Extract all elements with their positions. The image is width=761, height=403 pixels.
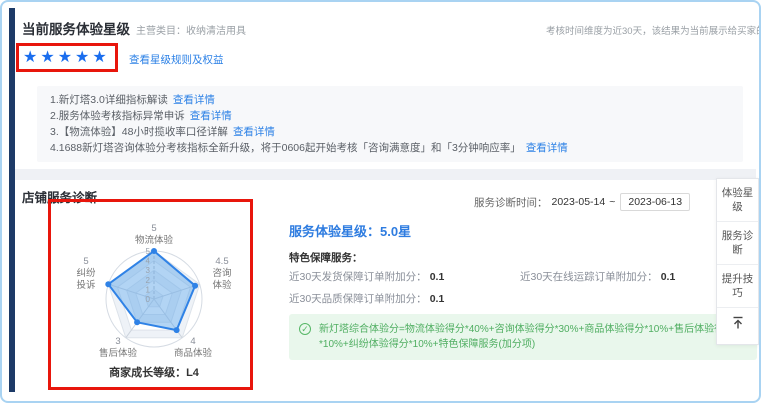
back-to-top-icon: [731, 316, 745, 330]
guarantee-heading: 特色保障服务：: [289, 250, 363, 265]
diagnosis-date-row: 服务诊断时间： 2023-05-14 ~ 2023-06-13: [474, 193, 690, 211]
page-title: 当前服务体验星级: [22, 18, 130, 38]
notice-item: 2.服务体验考核指标异常申诉查看详情: [50, 108, 730, 124]
notice-item: 1.新灯塔3.0详细指标解读查看详情: [50, 92, 730, 108]
date-separator: ~: [609, 196, 615, 208]
notice-list: 1.新灯塔3.0详细指标解读查看详情 2.服务体验考核指标异常申诉查看详情 3.…: [37, 86, 743, 162]
formula-note: ✓ 新灯塔综合体验分=物流体验得分*40%+咨询体验得分*30%+商品体验得分*…: [289, 314, 757, 360]
service-star-heading: 服务体验星级：5.0星: [289, 221, 411, 240]
radar-axis-consult: 4.5 咨询体验: [204, 256, 240, 292]
radar-axis-dispute: 5 纠纷投诉: [68, 256, 104, 292]
section-gap: [15, 169, 756, 180]
notice-detail-link[interactable]: 查看详情: [526, 142, 568, 154]
notice-item: 4.1688新灯塔咨询体验分考核指标全新升级，将于0606起开始考核「咨询满意度…: [50, 140, 730, 156]
star-icon: ★: [92, 49, 109, 66]
star-rating: ★★★★★: [23, 47, 110, 67]
notice-detail-link[interactable]: 查看详情: [190, 110, 232, 122]
assessment-period-note: 考核时间维度为近30天，该结果为当前展示给买家的服务体验: [546, 23, 761, 37]
sidenav-item-diagnosis[interactable]: 服务诊断: [717, 222, 758, 265]
floating-side-nav: 体验星级 服务诊断 提升技巧: [716, 178, 759, 345]
svg-text:0: 0: [146, 295, 151, 304]
sidenav-item-tips[interactable]: 提升技巧: [717, 265, 758, 308]
star-icon: ★: [75, 49, 92, 66]
star-icon: ★: [58, 49, 75, 66]
sidenav-item-star-level[interactable]: 体验星级: [717, 179, 758, 222]
main-category-label: 主营类目：收纳清洁用具: [136, 22, 246, 37]
check-circle-icon: ✓: [299, 323, 311, 335]
notice-text: 4.1688新灯塔咨询体验分考核指标全新升级，将于0606起开始考核「咨询满意度…: [50, 142, 521, 154]
date-end-picker[interactable]: 2023-06-13: [620, 193, 690, 211]
star-rules-link[interactable]: 查看星级规则及权益: [129, 52, 224, 67]
left-page-edge-strip: [9, 8, 15, 392]
diagnosis-title: 店铺服务诊断: [22, 187, 97, 206]
star-icon: ★: [40, 49, 57, 66]
metric-quality-bonus: 近30天品质保障订单附加分：0.1: [289, 291, 444, 306]
notice-text: 1.新灯塔3.0详细指标解读: [50, 94, 168, 106]
svg-text:3: 3: [146, 266, 151, 275]
notice-detail-link[interactable]: 查看详情: [233, 126, 275, 138]
radar-axis-aftersale: 3 售后体验: [78, 336, 158, 360]
notice-detail-link[interactable]: 查看详情: [173, 94, 215, 106]
diagnosis-time-label: 服务诊断时间：: [474, 195, 548, 210]
notice-text: 2.服务体验考核指标异常申诉: [50, 110, 185, 122]
svg-text:4: 4: [146, 257, 151, 266]
service-radar-chart: 012345 5 物流体验 4.5 咨询体验 4 商品体验 3 售后体验 5 纠…: [54, 222, 254, 390]
svg-text:5: 5: [146, 247, 151, 256]
back-to-top-button[interactable]: [717, 308, 758, 344]
date-start: 2023-05-14: [552, 196, 606, 208]
radar-axis-product: 4 商品体验: [150, 336, 236, 360]
metric-shipping-bonus: 近30天发货保障订单附加分：0.1: [289, 269, 444, 284]
notice-item: 3.【物流体验】48小时揽收率口径详解查看详情: [50, 124, 730, 140]
merchant-level-label: 商家成长等级：L4: [54, 364, 254, 380]
dashboard-screen: 当前服务体验星级 主营类目：收纳清洁用具 考核时间维度为近30天，该结果为当前展…: [0, 0, 761, 403]
svg-text:1: 1: [146, 285, 151, 294]
notice-text: 3.【物流体验】48小时揽收率口径详解: [50, 126, 228, 138]
metric-tracking-bonus: 近30天在线运踪订单附加分：0.1: [520, 269, 675, 284]
svg-text:2: 2: [146, 276, 151, 285]
radar-axis-logistics: 5 物流体验: [114, 223, 194, 247]
star-icon: ★: [23, 49, 40, 66]
